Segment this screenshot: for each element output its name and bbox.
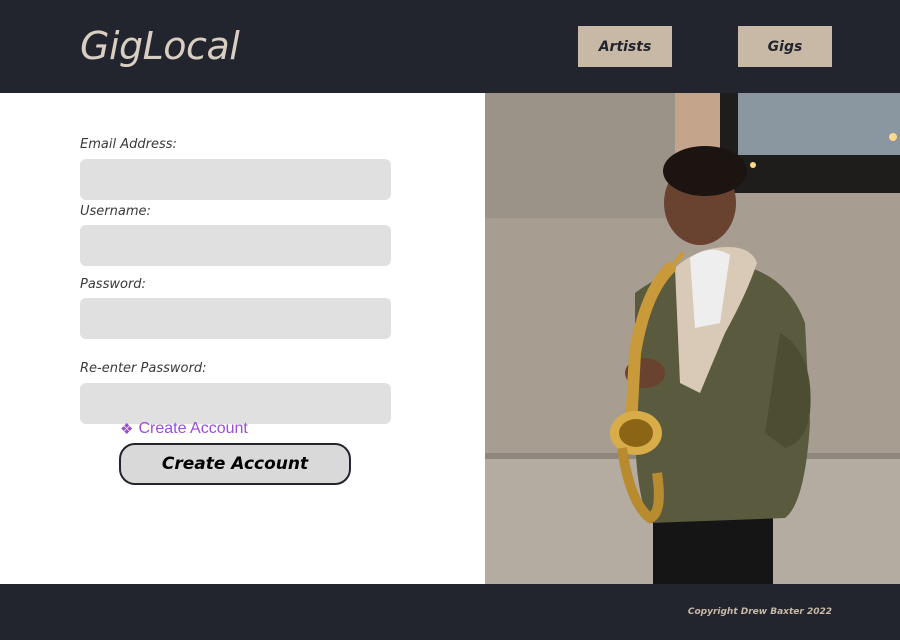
reenter-password-label: Re-enter Password: — [80, 361, 207, 376]
password-field[interactable] — [80, 298, 391, 339]
copyright-text: Copyright Drew Baxter 2022 — [687, 607, 832, 617]
username-label: Username: — [80, 204, 151, 219]
email-field[interactable] — [80, 159, 391, 200]
component-tag-label: Create Account — [138, 420, 248, 437]
nav-artists-button[interactable]: Artists — [578, 26, 672, 67]
username-field[interactable] — [80, 225, 391, 266]
photo-illustration — [485, 93, 900, 584]
site-header: GigLocal Artists Gigs — [0, 0, 900, 93]
email-label: Email Address: — [80, 137, 177, 152]
component-diamond-icon: ❖ — [120, 421, 134, 438]
create-account-button[interactable]: Create Account — [119, 443, 351, 485]
site-footer: Copyright Drew Baxter 2022 — [0, 584, 900, 640]
reenter-password-field[interactable] — [80, 383, 391, 424]
brand-logo[interactable]: GigLocal — [80, 24, 240, 68]
musician-saxophone-photo — [485, 93, 900, 584]
nav-gigs-button[interactable]: Gigs — [738, 26, 832, 67]
password-label: Password: — [80, 277, 146, 292]
component-tag: ❖ Create Account — [120, 420, 248, 438]
